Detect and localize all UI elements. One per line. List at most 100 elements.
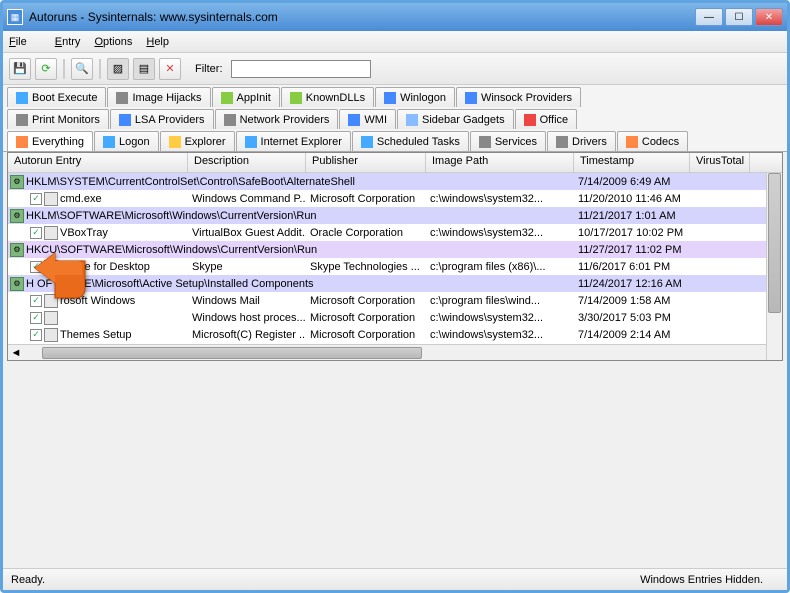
tab-drivers[interactable]: Drivers: [547, 131, 616, 151]
find-button[interactable]: 🔍: [71, 58, 93, 80]
file-icon: [44, 260, 58, 274]
tab-network-providers[interactable]: Network Providers: [215, 109, 339, 129]
tab-scheduled-tasks[interactable]: Scheduled Tasks: [352, 131, 469, 151]
hscroll-thumb[interactable]: [42, 347, 422, 359]
resize-grip[interactable]: [763, 572, 779, 588]
menubar: File Entry Options Help: [3, 31, 787, 53]
checkbox[interactable]: ✓: [30, 261, 42, 273]
statusbar: Ready. Windows Entries Hidden.: [3, 568, 787, 590]
checkbox[interactable]: ✓: [30, 193, 42, 205]
menu-help[interactable]: Help: [146, 36, 169, 48]
col-path[interactable]: Image Path: [426, 153, 574, 172]
tab-image-hijacks[interactable]: Image Hijacks: [107, 87, 210, 107]
checkbox[interactable]: ✓: [30, 329, 42, 341]
status-right: Windows Entries Hidden.: [640, 574, 763, 586]
tab-icon: [116, 92, 128, 104]
vertical-scrollbar[interactable]: [766, 173, 782, 360]
tab-winlogon[interactable]: Winlogon: [375, 87, 455, 107]
tab-icon: [479, 136, 491, 148]
tabstrip: Boot ExecuteImage HijacksAppInitKnownDLL…: [3, 85, 787, 152]
group-row[interactable]: ⚙H OFTWARE\Microsoft\Active Setup\Instal…: [8, 275, 782, 292]
file-icon: [44, 294, 58, 308]
save-button[interactable]: 💾: [9, 58, 31, 80]
tab-lsa-providers[interactable]: LSA Providers: [110, 109, 214, 129]
column-headers[interactable]: Autorun Entry Description Publisher Imag…: [8, 153, 782, 173]
checkbox[interactable]: ✓: [30, 295, 42, 307]
tab-sidebar-gadgets[interactable]: Sidebar Gadgets: [397, 109, 514, 129]
tab-icon: [103, 136, 115, 148]
tab-icon: [16, 114, 28, 126]
tab-appinit[interactable]: AppInit: [212, 87, 280, 107]
minimize-button[interactable]: —: [695, 8, 723, 26]
registry-icon: ⚙: [10, 277, 24, 291]
tab-wmi[interactable]: WMI: [339, 109, 396, 129]
tab-explorer[interactable]: Explorer: [160, 131, 235, 151]
close-button[interactable]: ✕: [755, 8, 783, 26]
tab-icon: [465, 92, 477, 104]
toolbar: 💾 ⟳ 🔍 ▨ ▤ ✕ Filter:: [3, 53, 787, 85]
tab-everything[interactable]: Everything: [7, 131, 93, 151]
list-area: Autorun Entry Description Publisher Imag…: [7, 152, 783, 361]
filter-label: Filter:: [195, 63, 223, 75]
menu-file[interactable]: File: [9, 36, 41, 48]
group-row[interactable]: ⚙HKLM\SYSTEM\CurrentControlSet\Control\S…: [8, 173, 782, 190]
props-button[interactable]: ▤: [133, 58, 155, 80]
tab-icon: [361, 136, 373, 148]
table-row[interactable]: ✓ rosoft WindowsWindows MailMicrosoft Co…: [8, 292, 782, 309]
tab-icon: [169, 136, 181, 148]
tab-icon: [406, 114, 418, 126]
app-icon: ▦: [7, 9, 23, 25]
table-row[interactable]: ✓VBoxTrayVirtualBox Guest Addit...Oracle…: [8, 224, 782, 241]
tab-logon[interactable]: Logon: [94, 131, 159, 151]
tab-boot-execute[interactable]: Boot Execute: [7, 87, 106, 107]
tab-icon: [224, 114, 236, 126]
group-row[interactable]: ⚙HKLM\SOFTWARE\Microsoft\Windows\Current…: [8, 207, 782, 224]
tab-services[interactable]: Services: [470, 131, 546, 151]
rows-container[interactable]: ⚙HKLM\SYSTEM\CurrentControlSet\Control\S…: [8, 173, 782, 344]
titlebar[interactable]: ▦ Autoruns - Sysinternals: www.sysintern…: [3, 3, 787, 31]
col-ts[interactable]: Timestamp: [574, 153, 690, 172]
col-entry[interactable]: Autorun Entry: [8, 153, 188, 172]
file-icon: [44, 328, 58, 342]
table-row[interactable]: ✓Themes SetupMicrosoft(C) Register ...Mi…: [8, 326, 782, 343]
table-row[interactable]: ✓cmd.exeWindows Command P...Microsoft Co…: [8, 190, 782, 207]
tab-print-monitors[interactable]: Print Monitors: [7, 109, 109, 129]
scroll-thumb[interactable]: [768, 173, 781, 313]
table-row[interactable]: ✓Windows host proces...Microsoft Corpora…: [8, 309, 782, 326]
filter-input[interactable]: [231, 60, 371, 78]
tab-internet-explorer[interactable]: Internet Explorer: [236, 131, 351, 151]
tab-icon: [290, 92, 302, 104]
app-window: ▦ Autoruns - Sysinternals: www.sysintern…: [0, 0, 790, 593]
window-title: Autoruns - Sysinternals: www.sysinternal…: [29, 10, 695, 24]
menu-entry[interactable]: Entry: [55, 36, 81, 48]
col-pub[interactable]: Publisher: [306, 153, 426, 172]
file-icon: [44, 226, 58, 240]
col-vt[interactable]: VirusTotal: [690, 153, 750, 172]
tab-icon: [16, 92, 28, 104]
tab-icon: [16, 136, 28, 148]
tab-office[interactable]: Office: [515, 109, 578, 129]
checkbox[interactable]: ✓: [30, 312, 42, 324]
tab-winsock-providers[interactable]: Winsock Providers: [456, 87, 581, 107]
tab-icon: [119, 114, 131, 126]
tab-icon: [524, 114, 536, 126]
table-row[interactable]: ✓Skype for DesktopSkypeSkype Technologie…: [8, 258, 782, 275]
registry-icon: ⚙: [10, 175, 24, 189]
col-desc[interactable]: Description: [188, 153, 306, 172]
file-icon: [44, 311, 58, 325]
registry-icon: ⚙: [10, 209, 24, 223]
horizontal-scrollbar[interactable]: ◄: [8, 344, 782, 360]
checkbox[interactable]: ✓: [30, 227, 42, 239]
refresh-button[interactable]: ⟳: [35, 58, 57, 80]
file-icon: [44, 192, 58, 206]
group-row[interactable]: ⚙HKCU\SOFTWARE\Microsoft\Windows\Current…: [8, 241, 782, 258]
status-left: Ready.: [11, 574, 640, 586]
tab-icon: [556, 136, 568, 148]
delete-button[interactable]: ✕: [159, 58, 181, 80]
jump-button[interactable]: ▨: [107, 58, 129, 80]
menu-options[interactable]: Options: [94, 36, 132, 48]
tab-icon: [626, 136, 638, 148]
maximize-button[interactable]: ☐: [725, 8, 753, 26]
tab-codecs[interactable]: Codecs: [617, 131, 688, 151]
tab-knowndlls[interactable]: KnownDLLs: [281, 87, 374, 107]
